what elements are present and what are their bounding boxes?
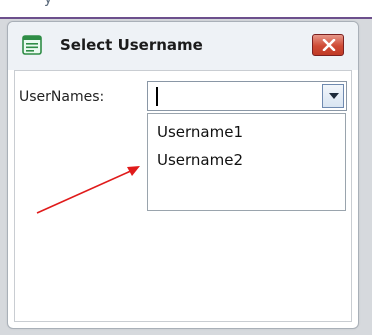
list-item-username2[interactable]: Username2 <box>157 151 243 169</box>
screenshot-frame: Select Username UserNames: Username1 Use… <box>0 19 372 335</box>
dialog-client-area: UserNames: Username1 Username2 <box>14 70 352 322</box>
close-button[interactable] <box>312 34 344 56</box>
close-icon <box>322 39 336 51</box>
top-page-strip: y <box>0 0 372 19</box>
text-caret <box>156 87 158 106</box>
titlebar: Select Username <box>8 22 358 70</box>
dropdown-button[interactable] <box>322 84 344 108</box>
window-title: Select Username <box>60 36 203 54</box>
username-combobox[interactable] <box>147 81 347 111</box>
app-form-icon <box>22 35 42 55</box>
select-username-dialog: Select Username UserNames: Username1 Use… <box>7 21 359 329</box>
username-dropdown-list: Username1 Username2 <box>147 113 346 211</box>
dropdown-arrow-icon <box>329 93 339 99</box>
usernames-label: UserNames: <box>19 89 105 105</box>
partial-glyph: y <box>44 0 52 7</box>
list-item-username1[interactable]: Username1 <box>157 123 243 141</box>
